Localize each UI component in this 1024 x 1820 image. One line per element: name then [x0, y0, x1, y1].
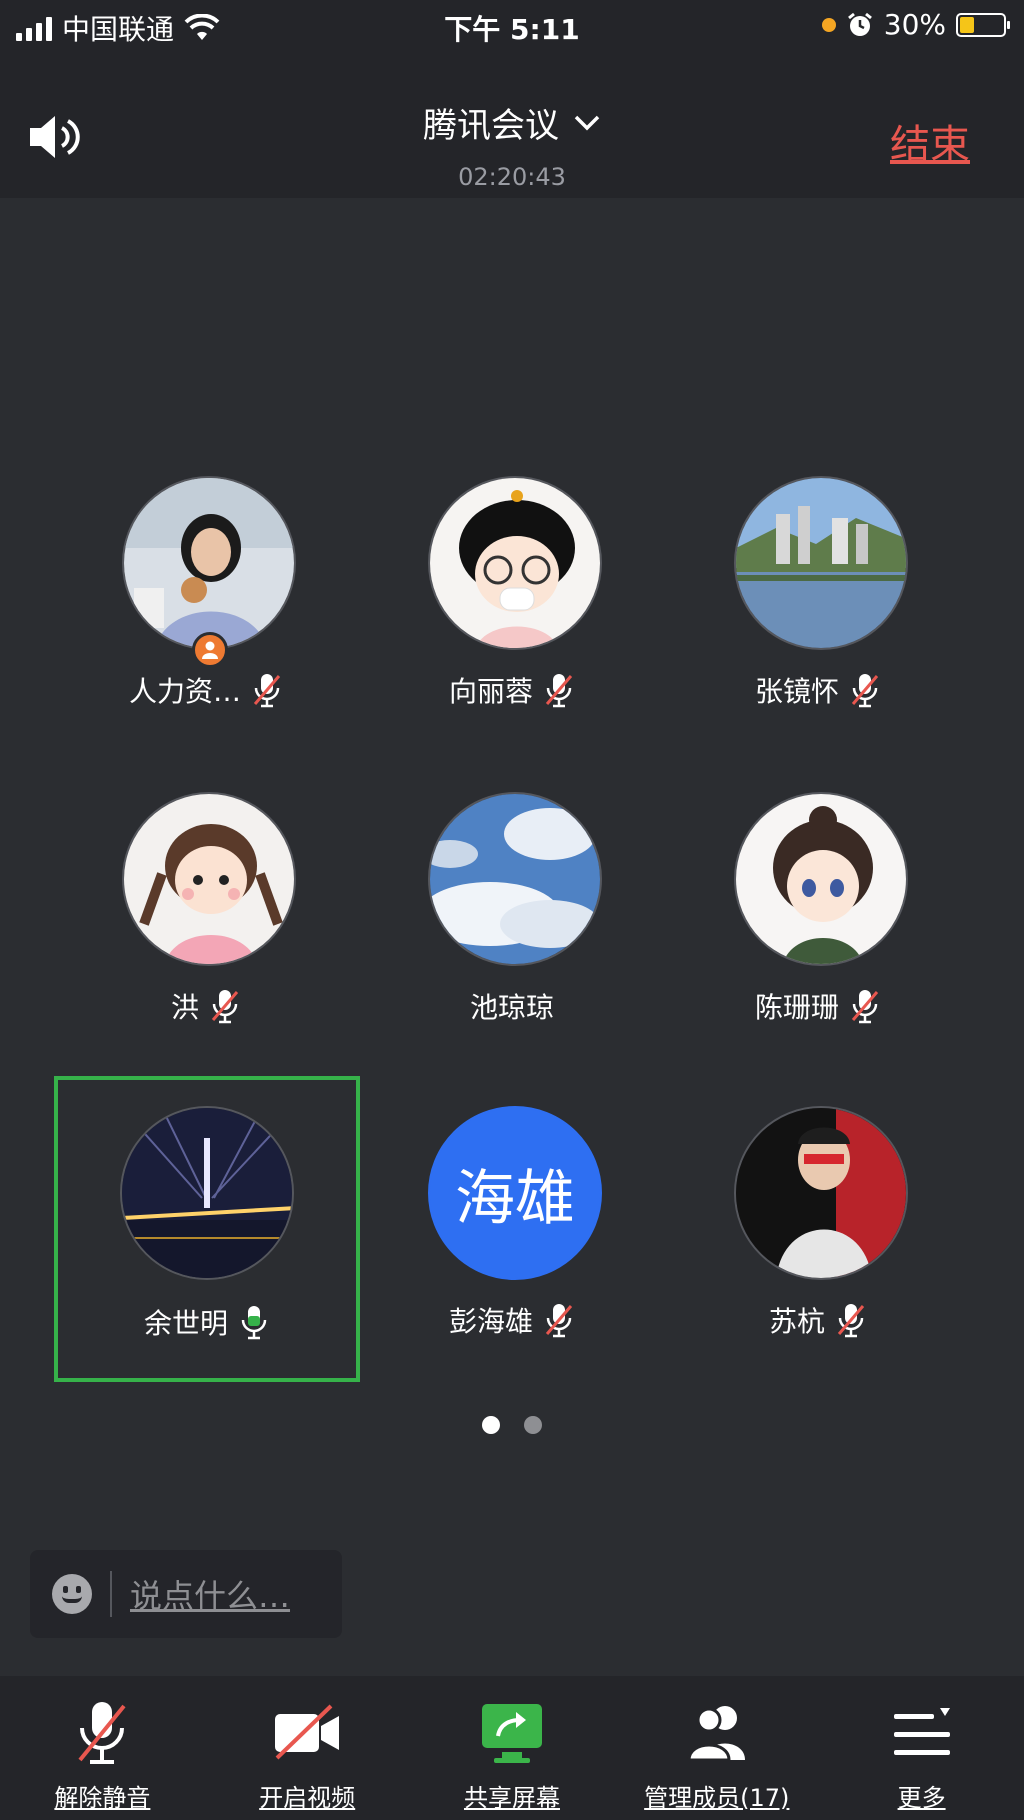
- manage-members-label: 管理成员(17): [644, 1784, 790, 1812]
- status-bar: 中国联通 下午 5:11 30%: [0, 0, 1024, 52]
- participant-tile-speaking[interactable]: 余世明: [54, 1076, 360, 1382]
- participant-tile[interactable]: 洪: [56, 768, 356, 1068]
- members-icon: [687, 1706, 745, 1762]
- chevron-down-icon[interactable]: [573, 114, 601, 132]
- mic-muted-icon: [253, 674, 281, 708]
- unmute-button[interactable]: 解除静音: [0, 1676, 205, 1820]
- host-badge-icon: [192, 632, 228, 668]
- avatar: [428, 476, 602, 650]
- avatar: [734, 792, 908, 966]
- mic-muted-icon: [851, 674, 879, 708]
- avatar: [122, 476, 296, 650]
- chat-placeholder[interactable]: 说点什么…: [130, 1571, 290, 1617]
- avatar: [120, 1106, 294, 1280]
- share-screen-button[interactable]: 共享屏幕: [410, 1676, 615, 1820]
- mic-muted-icon: [78, 1702, 126, 1764]
- participant-name: 余世明: [143, 1307, 228, 1340]
- manage-members-button[interactable]: 管理成员(17): [614, 1676, 819, 1820]
- status-right: 30%: [821, 8, 1010, 41]
- avatar: [734, 476, 908, 650]
- participant-tile[interactable]: 人力资…: [56, 452, 356, 752]
- mic-active-icon: [241, 1306, 267, 1340]
- mic-muted-icon: [545, 674, 573, 708]
- participant-tile[interactable]: 池琼琼: [362, 768, 662, 1068]
- battery-percent: 30%: [883, 8, 946, 41]
- participant-name: 陈珊珊: [754, 991, 839, 1024]
- mic-muted-icon: [211, 990, 239, 1024]
- mic-muted-icon: [851, 990, 879, 1024]
- share-screen-icon: [481, 1704, 542, 1763]
- mic-muted-icon: [545, 1304, 573, 1338]
- page-dot[interactable]: [524, 1416, 542, 1434]
- more-menu-icon: [893, 1708, 950, 1755]
- more-button[interactable]: 更多: [819, 1676, 1024, 1820]
- mic-muted-icon: [837, 1304, 865, 1338]
- chat-input[interactable]: 说点什么…: [30, 1550, 342, 1638]
- page-dot-active[interactable]: [482, 1416, 500, 1434]
- end-meeting-button[interactable]: 结束: [890, 112, 970, 170]
- participant-name: 人力资…: [128, 675, 241, 708]
- meeting-title-area[interactable]: 腾讯会议 02:20:43: [0, 98, 1024, 191]
- avatar: [428, 792, 602, 966]
- participant-name: 洪: [170, 991, 199, 1024]
- participant-tile[interactable]: 海雄 彭海雄: [362, 1082, 662, 1382]
- participant-name: 彭海雄: [448, 1305, 533, 1338]
- avatar: [734, 1106, 908, 1280]
- start-video-label: 开启视频: [259, 1784, 356, 1812]
- meeting-duration: 02:20:43: [458, 163, 566, 191]
- participant-name: 苏杭: [768, 1305, 825, 1338]
- battery-icon: [956, 12, 1010, 37]
- participant-name: 张镜怀: [754, 675, 839, 708]
- avatar: [122, 792, 296, 966]
- participant-tile[interactable]: 张镜怀: [668, 452, 968, 752]
- emoji-icon[interactable]: [52, 1574, 92, 1614]
- participant-name: 向丽蓉: [448, 675, 533, 708]
- more-label: 更多: [897, 1784, 946, 1812]
- alarm-icon: [847, 12, 872, 36]
- divider: [110, 1571, 112, 1617]
- page-indicator[interactable]: [0, 1416, 1024, 1434]
- meeting-title[interactable]: 腾讯会议: [423, 98, 559, 147]
- meeting-header: 腾讯会议 02:20:43 结束: [0, 52, 1024, 198]
- participant-tile[interactable]: 苏杭: [668, 1082, 968, 1382]
- participant-tile[interactable]: 陈珊珊: [668, 768, 968, 1068]
- video-off-icon: [275, 1704, 340, 1760]
- participant-tile[interactable]: 向丽蓉: [362, 452, 662, 752]
- participant-name: 池琼琼: [469, 991, 554, 1024]
- avatar-text: 海雄: [428, 1106, 602, 1280]
- start-video-button[interactable]: 开启视频: [205, 1676, 410, 1820]
- bottom-toolbar: 解除静音 开启视频 共享屏幕 管理成员(17) 更多: [0, 1676, 1024, 1820]
- mic-indicator-dot: [821, 17, 836, 32]
- share-screen-label: 共享屏幕: [463, 1784, 560, 1812]
- unmute-label: 解除静音: [54, 1784, 151, 1812]
